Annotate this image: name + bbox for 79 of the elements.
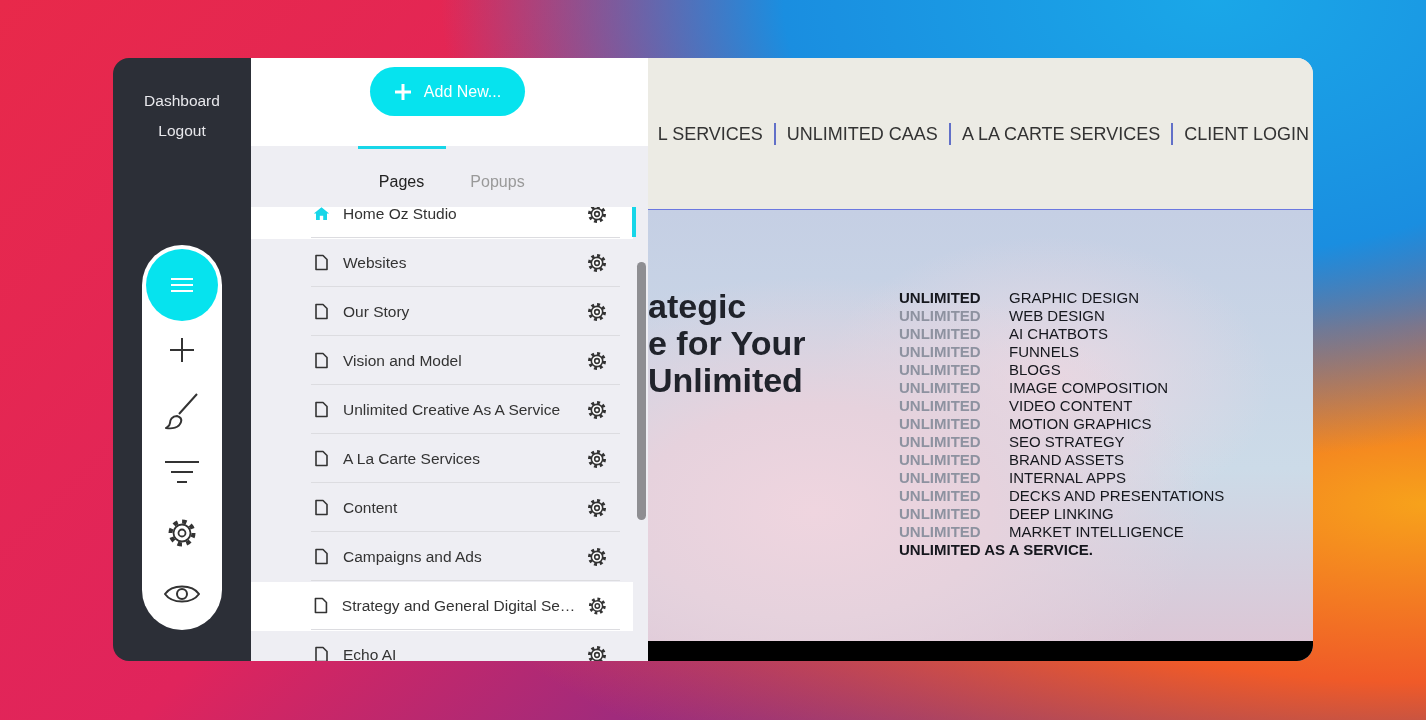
service-label: GRAPHIC DESIGN — [1009, 289, 1140, 307]
plus-icon — [393, 82, 412, 101]
document-icon — [313, 352, 330, 369]
plus-icon — [169, 336, 195, 363]
headline-line: e for Your — [648, 325, 807, 362]
menu-icon — [169, 275, 195, 295]
page-name: Vision and Model — [343, 351, 463, 370]
service-prefix: UNLIMITED — [899, 469, 982, 487]
sidebar-link[interactable]: Dashboard — [144, 92, 220, 110]
page-list-item[interactable]: Home Oz Studio — [251, 207, 633, 239]
settings-icon[interactable] — [587, 350, 607, 371]
nav-link[interactable]: A LA CARTE SERVICES — [961, 122, 1161, 146]
service-label: SEO STRATEGY — [1009, 433, 1125, 451]
service-label: WEB DESIGN — [1009, 307, 1105, 325]
brush-icon — [164, 391, 200, 430]
service-label: DEEP LINKING — [1009, 505, 1114, 523]
settings-icon — [167, 517, 197, 548]
service-label: DECKS AND PRESENTATIONS — [1009, 487, 1225, 505]
service-prefix: UNLIMITED — [899, 289, 982, 307]
page-name: Unlimited Creative As A Service — [343, 400, 562, 419]
service-label: MOTION GRAPHICS — [1009, 415, 1152, 433]
page-name: Content — [343, 498, 399, 517]
service-prefix: UNLIMITED — [899, 325, 982, 343]
service-prefix: UNLIMITED — [899, 505, 982, 523]
nav-link[interactable]: CLIENT LOGIN — [1184, 122, 1309, 146]
settings-icon[interactable] — [587, 207, 607, 224]
active-indicator — [632, 207, 636, 237]
settings-icon[interactable] — [587, 448, 607, 469]
document-icon — [313, 646, 330, 661]
menu-tool-button[interactable] — [146, 249, 218, 321]
page-name: Echo AI — [343, 645, 398, 661]
service-prefix: UNLIMITED — [899, 343, 982, 361]
page-name: Our Story — [343, 302, 411, 321]
home-icon — [313, 207, 330, 222]
page-name: A La Carte Services — [343, 449, 481, 468]
service-closing: UNLIMITED AS A SERVICE. — [899, 541, 1094, 559]
service-label: VIDEO CONTENT — [1009, 397, 1133, 415]
settings-icon[interactable] — [587, 301, 607, 322]
headline-line: Unlimited — [648, 362, 804, 399]
settings-icon[interactable] — [587, 399, 607, 420]
filter-icon — [164, 459, 200, 484]
settings-icon[interactable] — [588, 595, 607, 616]
document-icon — [313, 450, 330, 467]
document-icon — [313, 597, 329, 614]
service-prefix: UNLIMITED — [899, 487, 982, 505]
service-label: BRAND ASSETS — [1009, 451, 1125, 469]
document-icon — [313, 499, 330, 516]
nav-link[interactable]: UNLIMITED CAAS — [786, 122, 938, 146]
document-icon — [313, 303, 330, 320]
scrollbar-thumb[interactable] — [637, 262, 646, 520]
service-prefix: UNLIMITED — [899, 433, 982, 451]
page-name: Home Oz Studio — [343, 207, 458, 223]
service-label: MARKET INTELLIGENCE — [1009, 523, 1184, 541]
service-label: IMAGE COMPOSITION — [1009, 379, 1169, 397]
page-name: Websites — [343, 253, 408, 272]
settings-icon[interactable] — [587, 252, 607, 273]
service-prefix: UNLIMITED — [899, 307, 982, 325]
document-icon — [313, 401, 330, 418]
service-prefix: UNLIMITED — [899, 397, 982, 415]
service-label: INTERNAL APPS — [1009, 469, 1126, 487]
sidebar-link[interactable]: Logout — [158, 122, 206, 140]
service-label: FUNNELS — [1009, 343, 1079, 361]
service-prefix: UNLIMITED — [899, 379, 982, 397]
settings-icon[interactable] — [587, 644, 607, 661]
headline-line: ategic — [648, 288, 748, 325]
service-label: BLOGS — [1009, 361, 1061, 379]
settings-icon[interactable] — [587, 546, 607, 567]
document-icon — [313, 254, 330, 271]
service-label: AI CHATBOTS — [1009, 325, 1108, 343]
settings-icon[interactable] — [587, 497, 607, 518]
service-prefix: UNLIMITED — [899, 361, 982, 379]
document-icon — [313, 548, 330, 565]
service-prefix: UNLIMITED — [899, 451, 982, 469]
nav-link[interactable]: L SERVICES — [657, 122, 763, 146]
page-name: Campaigns and Ads — [343, 547, 483, 566]
page-list-item[interactable]: Strategy and General Digital Se… — [251, 582, 633, 631]
service-prefix: UNLIMITED — [899, 523, 982, 541]
page-name: Strategy and General Digital Se… — [341, 596, 576, 615]
service-prefix: UNLIMITED — [899, 415, 982, 433]
